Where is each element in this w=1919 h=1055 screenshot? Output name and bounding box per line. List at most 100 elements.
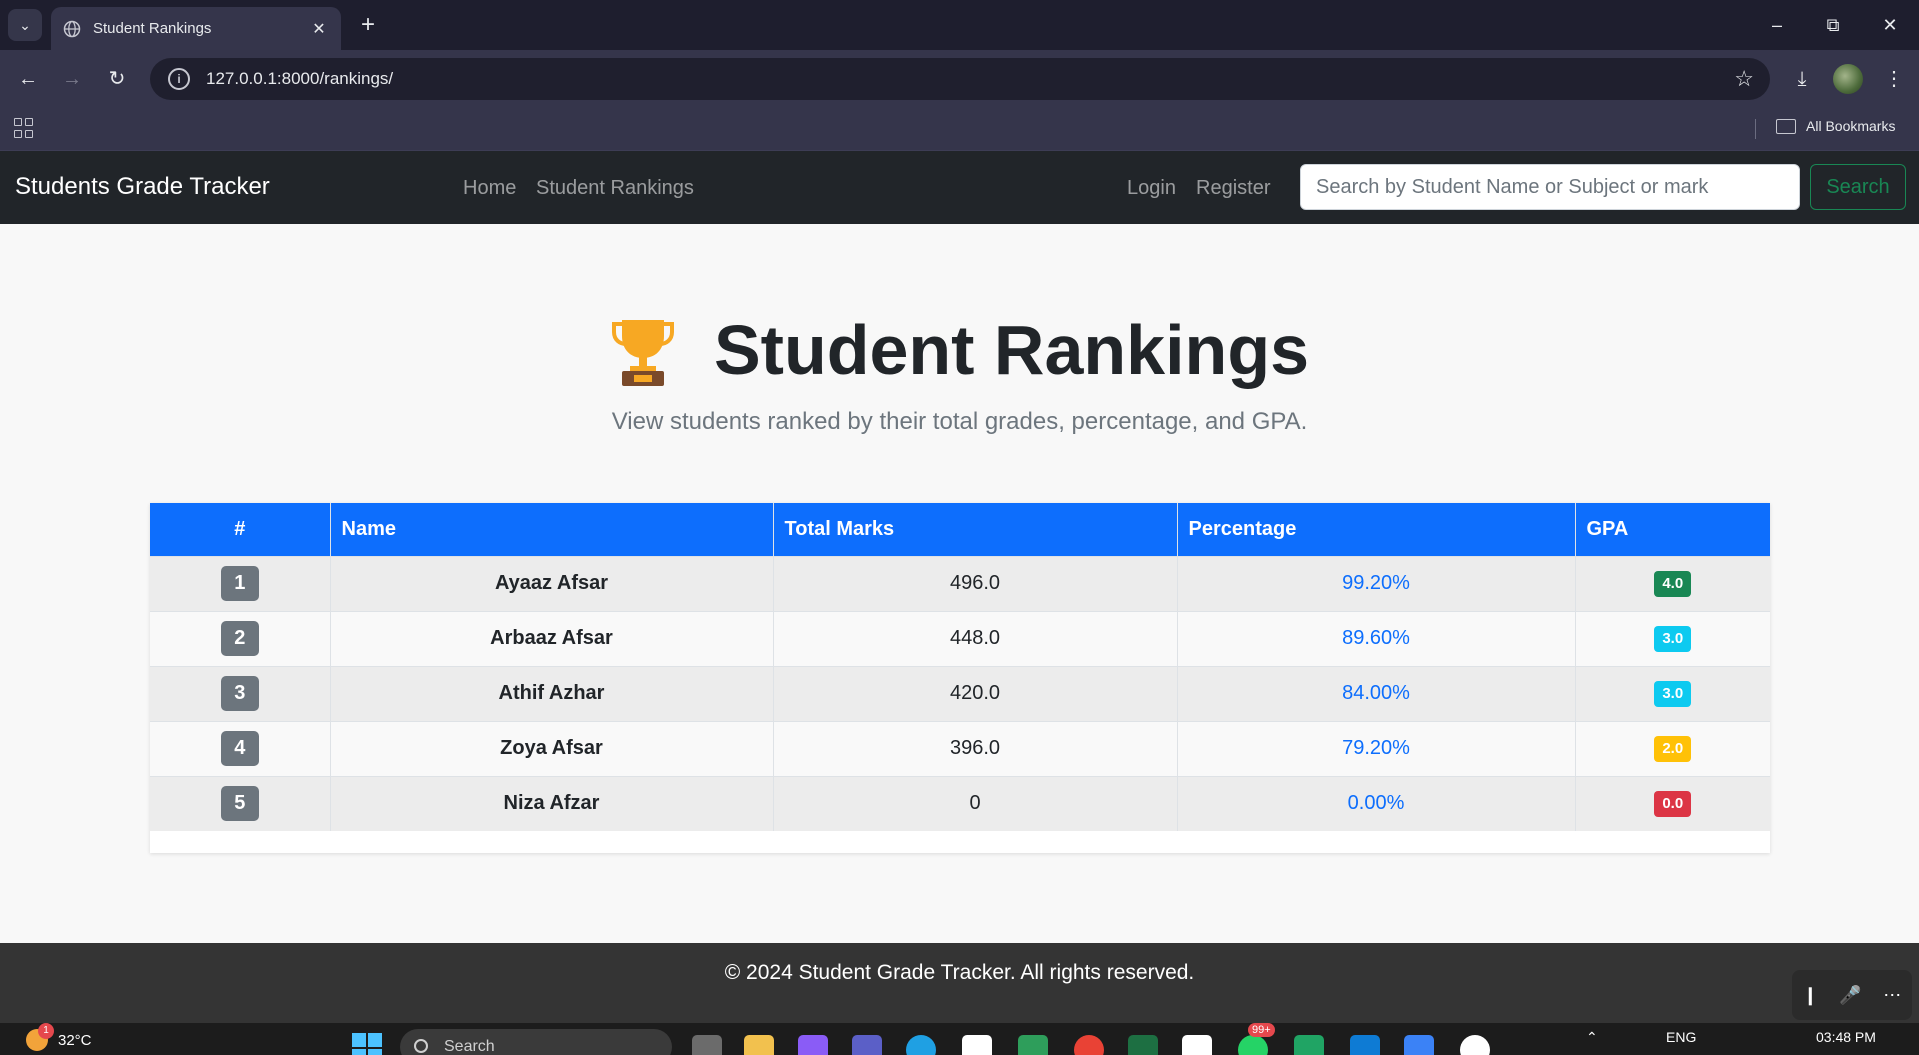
whatsapp-icon[interactable]: 99+ — [1238, 1023, 1275, 1055]
classroom-icon[interactable] — [1018, 1035, 1048, 1055]
github-icon[interactable] — [1460, 1035, 1490, 1055]
minimize-icon[interactable]: – — [1757, 10, 1797, 40]
microphone-icon[interactable]: 🎤 — [1839, 985, 1861, 1006]
table-row: 3 Athif Azhar 420.0 84.00% 3.0 — [150, 665, 1770, 721]
brand-link[interactable]: Students Grade Tracker — [15, 173, 270, 201]
nav-link-student-rankings[interactable]: Student Rankings — [536, 177, 694, 200]
percentage: 84.00% — [1177, 665, 1576, 721]
excel-icon[interactable] — [1128, 1035, 1158, 1055]
column-header-rank: # — [150, 503, 331, 556]
weather-notification-badge: 1 — [38, 1023, 54, 1039]
drag-handle-icon[interactable]: ❙ — [1803, 985, 1818, 1006]
file-explorer-icon[interactable] — [744, 1035, 774, 1055]
trophy-icon — [610, 314, 676, 386]
all-bookmarks-button[interactable]: All Bookmarks — [1776, 118, 1895, 134]
rank-cell: 4 — [150, 720, 331, 776]
total-marks: 420.0 — [773, 665, 1178, 721]
total-marks: 396.0 — [773, 720, 1178, 776]
apps-grid-icon[interactable] — [14, 118, 34, 138]
gpa-badge: 3.0 — [1654, 680, 1692, 707]
gpa-cell: 3.0 — [1575, 610, 1770, 666]
rankings-table: # Name Total Marks Percentage GPA 1 Ayaa… — [150, 503, 1770, 831]
nav-link-login[interactable]: Login — [1127, 177, 1176, 200]
nav-link-home[interactable]: Home — [463, 177, 516, 200]
table-row: 4 Zoya Afsar 396.0 79.20% 2.0 — [150, 720, 1770, 776]
globe-icon — [63, 20, 81, 38]
page-subtitle: View students ranked by their total grad… — [611, 408, 1308, 435]
store-icon[interactable] — [962, 1035, 992, 1055]
page-heading: Student Rankings — [0, 310, 1919, 390]
column-header-total-marks: Total Marks — [773, 503, 1178, 556]
student-name: Zoya Afsar — [330, 720, 774, 776]
gpa-badge: 2.0 — [1654, 735, 1692, 762]
close-window-icon[interactable]: ✕ — [1870, 10, 1910, 40]
all-bookmarks-label: All Bookmarks — [1806, 118, 1896, 134]
paint-icon[interactable] — [1404, 1035, 1434, 1055]
address-bar[interactable]: i 127.0.0.1:8000/rankings/ ☆ — [150, 58, 1770, 100]
tab-search-dropdown-icon[interactable]: ⌄ — [8, 9, 42, 41]
clock-time[interactable]: 03:48 PM — [1816, 1029, 1876, 1045]
table-header-row: # Name Total Marks Percentage GPA — [150, 503, 1770, 556]
rank-badge: 5 — [220, 786, 259, 822]
forward-icon[interactable]: → — [56, 63, 88, 95]
menu-kebab-icon[interactable]: ⋮ — [1878, 63, 1910, 95]
copilot-icon[interactable] — [798, 1035, 828, 1055]
sheets-icon[interactable] — [1294, 1035, 1324, 1055]
percentage: 0.00% — [1177, 775, 1576, 831]
bookmarks-separator — [1755, 119, 1756, 139]
task-view-icon[interactable] — [692, 1035, 722, 1055]
rank-cell: 1 — [150, 555, 331, 611]
footer-copyright: © 2024 Student Grade Tracker. All rights… — [724, 961, 1195, 984]
site-info-icon[interactable]: i — [168, 68, 190, 90]
search-input[interactable] — [1300, 164, 1800, 210]
rankings-table-container: # Name Total Marks Percentage GPA 1 Ayaa… — [150, 503, 1770, 853]
chrome-icon[interactable] — [1074, 1035, 1104, 1055]
gpa-badge: 3.0 — [1654, 625, 1692, 652]
gpa-cell: 4.0 — [1575, 555, 1770, 611]
windows-taskbar: 1 32°C Search 99+ ⌃ ENG 03:48 PM — [0, 1023, 1919, 1055]
page-title: Student Rankings — [713, 311, 1310, 389]
student-name: Arbaaz Afsar — [330, 610, 774, 666]
search-button[interactable]: Search — [1810, 164, 1906, 210]
new-tab-icon[interactable]: + — [353, 10, 383, 40]
column-header-gpa: GPA — [1575, 503, 1770, 556]
browser-tab[interactable]: Student Rankings ✕ — [51, 7, 341, 50]
windows-start-icon[interactable] — [352, 1033, 382, 1055]
teams-icon[interactable] — [852, 1035, 882, 1055]
weather-widget[interactable]: 1 32°C — [26, 1023, 92, 1051]
whatsapp-badge: 99+ — [1248, 1023, 1275, 1037]
profile-avatar[interactable] — [1833, 64, 1863, 94]
student-name: Athif Azhar — [330, 665, 774, 721]
more-options-icon[interactable]: ⋯ — [1883, 985, 1901, 1006]
gpa-badge: 4.0 — [1654, 570, 1692, 597]
show-hidden-icons[interactable]: ⌃ — [1586, 1029, 1598, 1046]
total-marks: 448.0 — [773, 610, 1178, 666]
chatgpt-icon[interactable] — [1182, 1035, 1212, 1055]
edge-icon[interactable] — [906, 1035, 936, 1055]
vscode-icon[interactable] — [1350, 1035, 1380, 1055]
tab-title: Student Rankings — [93, 20, 212, 37]
language-indicator[interactable]: ENG — [1666, 1029, 1696, 1045]
gpa-cell: 2.0 — [1575, 720, 1770, 776]
gpa-cell: 3.0 — [1575, 665, 1770, 721]
tab-close-icon[interactable]: ✕ — [309, 19, 329, 39]
rank-cell: 2 — [150, 610, 331, 666]
back-icon[interactable]: ← — [12, 63, 44, 95]
percentage: 99.20% — [1177, 555, 1576, 611]
restore-icon[interactable]: ⧉ — [1813, 10, 1853, 40]
table-row: 2 Arbaaz Afsar 448.0 89.60% 3.0 — [150, 610, 1770, 666]
bookmark-star-icon[interactable]: ☆ — [1734, 66, 1754, 92]
page-footer: © 2024 Student Grade Tracker. All rights… — [0, 943, 1919, 1023]
nav-link-register[interactable]: Register — [1196, 177, 1270, 200]
total-marks: 0 — [773, 775, 1178, 831]
total-marks: 496.0 — [773, 555, 1178, 611]
app-navbar: Students Grade Tracker Home Student Rank… — [0, 151, 1919, 224]
bookmarks-bar: All Bookmarks — [0, 108, 1919, 151]
rank-badge: 2 — [220, 621, 259, 656]
taskbar-search[interactable]: Search — [400, 1029, 672, 1055]
url-text: 127.0.0.1:8000/rankings/ — [206, 69, 394, 88]
percentage: 89.60% — [1177, 610, 1576, 666]
download-icon[interactable]: ⤓ — [1786, 63, 1818, 95]
reload-icon[interactable]: ↻ — [101, 63, 133, 95]
browser-toolbar: ← → ↻ i 127.0.0.1:8000/rankings/ ☆ ⤓ ⋮ — [0, 50, 1919, 108]
